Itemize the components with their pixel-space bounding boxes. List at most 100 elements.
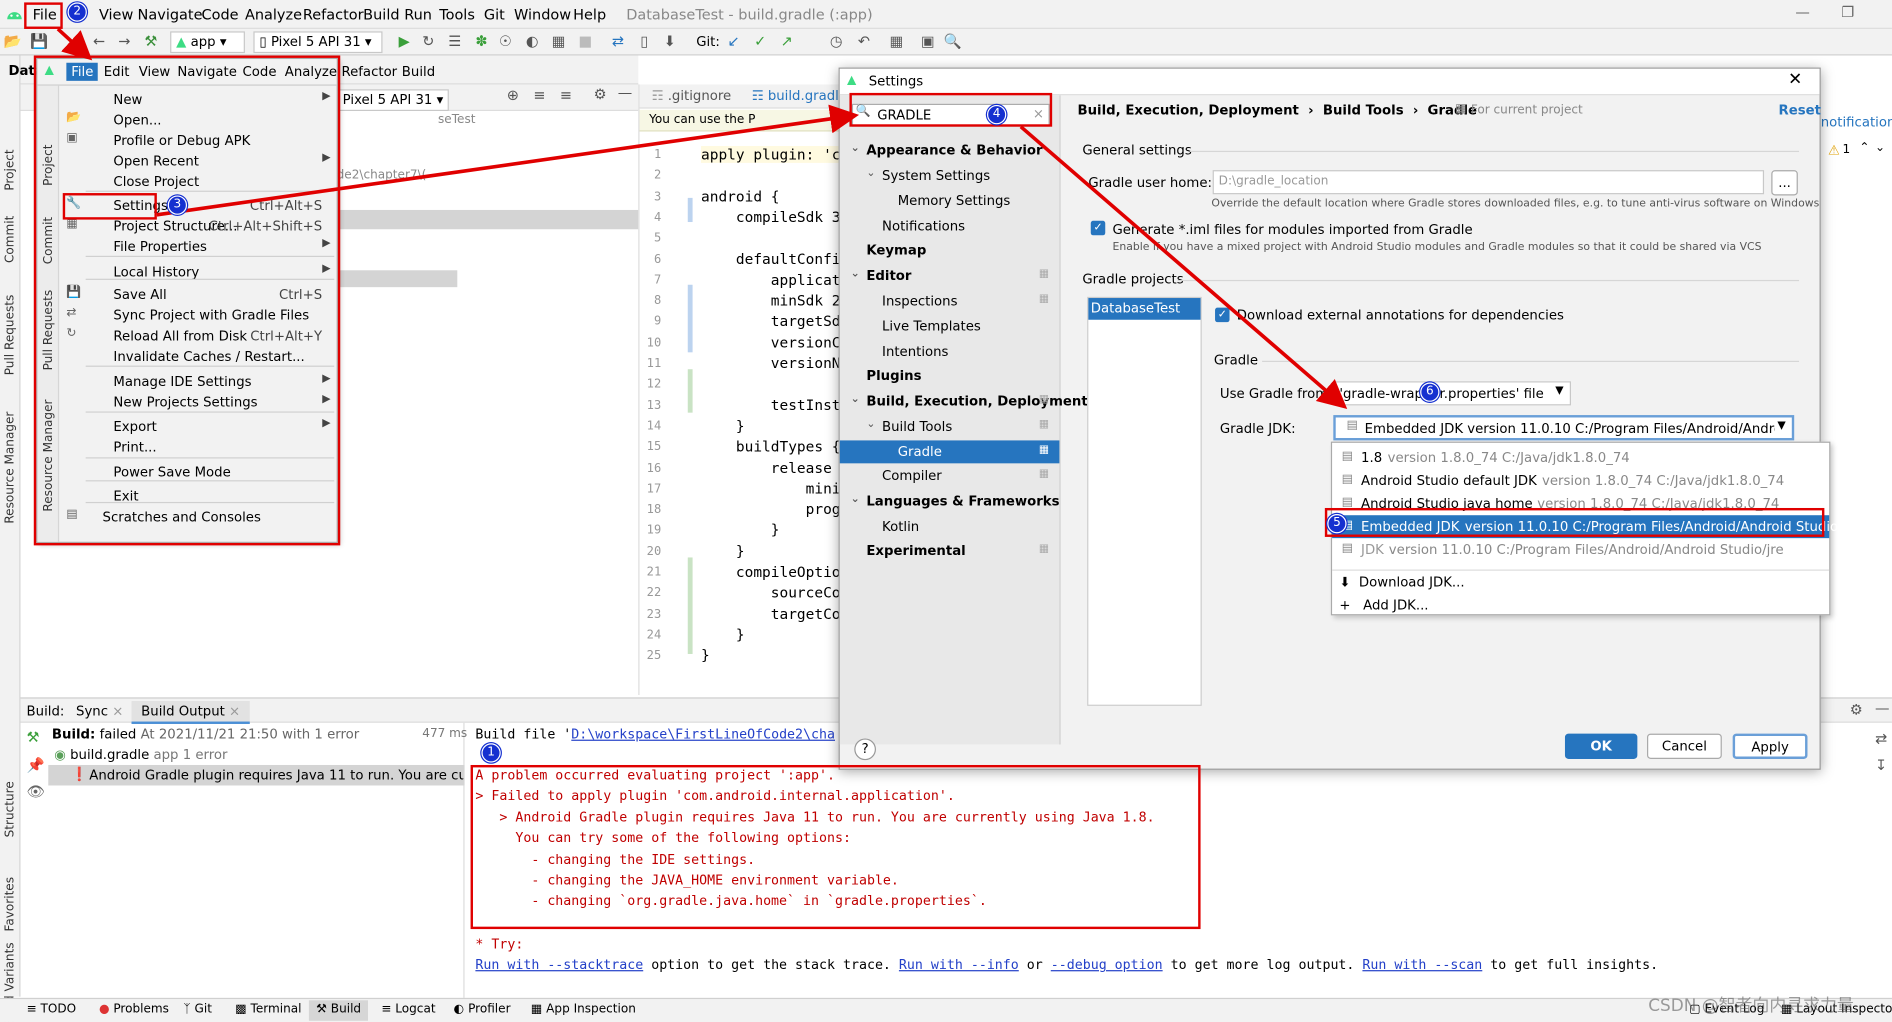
menu-item-export[interactable]: Export ▶ <box>59 416 337 437</box>
menu-item-new[interactable]: New ▶ <box>59 89 337 110</box>
jdk-option[interactable]: ▤ JDK version 11.0.10 C:/Program Files/And… <box>1332 538 1829 561</box>
popup-side-project[interactable]: Project <box>42 145 55 186</box>
stacktrace-link[interactable]: Run with --stacktrace <box>475 957 643 973</box>
tab-sync[interactable]: Sync × <box>76 703 123 719</box>
popup-menu-file[interactable]: File <box>66 62 99 81</box>
menu-window[interactable]: Window <box>514 6 571 23</box>
tool-git[interactable]: ᛉ Git <box>183 1003 212 1016</box>
menu-analyze[interactable]: Analyze <box>245 6 302 23</box>
code-line[interactable]: versionNa <box>701 355 849 372</box>
avd-manager-icon[interactable]: ▯ <box>636 33 653 50</box>
menu-refactor[interactable]: Refactor <box>303 6 364 23</box>
minimize-icon[interactable]: — <box>1795 4 1809 21</box>
settings-tree-item[interactable]: Intentions <box>882 344 948 360</box>
locate-icon[interactable]: ⊕ <box>507 87 519 104</box>
tool-profiler[interactable]: ◐ Profiler <box>454 1003 511 1016</box>
help-button[interactable]: ? <box>854 738 876 761</box>
notification-link[interactable]: notification <box>1821 115 1892 131</box>
iml-checkbox[interactable]: ✓ <box>1090 220 1106 236</box>
code-line[interactable]: } <box>701 417 745 434</box>
menu-item-manage-ide-settings[interactable]: Manage IDE Settings ▶ <box>59 372 337 393</box>
back-icon[interactable]: ← <box>90 33 107 50</box>
chevron-down-icon[interactable]: ⌄ <box>866 419 875 431</box>
code-line[interactable]: minSdk 26 <box>701 292 849 309</box>
settings-tree-item[interactable]: Plugins <box>866 368 921 384</box>
add-jdk-item[interactable]: + Add JDK... <box>1339 597 1428 613</box>
settings-tree-item[interactable]: Compiler <box>882 468 942 484</box>
code-line[interactable]: progu <box>701 501 850 518</box>
cancel-button[interactable]: Cancel <box>1647 733 1722 759</box>
tool-logcat[interactable]: ≡ Logcat <box>381 1003 435 1016</box>
eye-icon[interactable]: 👁 <box>27 783 45 800</box>
build-file-row[interactable]: ◉ build.gradle app 1 error <box>54 747 227 763</box>
code-line[interactable]: applicati <box>701 271 849 288</box>
menu-git[interactable]: Git <box>484 6 505 23</box>
settings-search-value[interactable]: GRADLE <box>877 107 931 123</box>
warning-icon[interactable]: ⚠ <box>1828 142 1840 158</box>
popup-menu-view[interactable]: View <box>139 64 171 80</box>
code-line[interactable]: apply plugin: 'co <box>701 145 850 163</box>
menu-item-settings[interactable]: 🔧 Settings... Ctrl+Alt+S <box>59 195 337 216</box>
code-line[interactable]: defaultConfig <box>701 250 849 267</box>
settings-tree-item[interactable]: Memory Settings <box>898 193 1011 209</box>
tool-problems[interactable]: ● Problems <box>99 1003 169 1016</box>
run-anything-icon[interactable]: ▣ <box>919 33 936 50</box>
rerun-build-icon[interactable]: ⚒ <box>27 729 40 746</box>
settings-tree-item[interactable]: ⌄ Languages & Frameworks <box>851 493 1060 509</box>
code-line[interactable]: buildTypes { <box>701 438 841 455</box>
soft-wrap-icon[interactable]: ⇄ <box>1875 730 1887 747</box>
dialog-close-icon[interactable]: ✕ <box>1788 70 1802 89</box>
build-status-row[interactable]: Build: failed At 2021/11/21 21:50 with 1… <box>52 726 359 742</box>
open-folder-icon[interactable]: 📂 <box>4 33 22 50</box>
code-line[interactable]: minif <box>701 480 850 497</box>
menubar-refactor-overflow[interactable]: Refactor <box>341 64 397 80</box>
tool-project[interactable]: Project <box>4 149 17 190</box>
menu-help[interactable]: Help <box>573 6 606 23</box>
stop-icon[interactable]: ■ <box>577 33 594 50</box>
settings-tree-item[interactable]: Keymap <box>866 243 926 259</box>
menu-item-open-recent[interactable]: Open Recent ▶ <box>59 151 337 172</box>
pin-icon[interactable]: 📌 <box>27 757 45 774</box>
settings-tree-item[interactable]: Notifications <box>882 218 965 234</box>
make-hammer-icon[interactable]: ⚒ <box>142 33 159 50</box>
menu-item-new-projects-settings[interactable]: New Projects Settings ▶ <box>59 392 337 413</box>
menu-item-close-project[interactable]: Close Project <box>59 171 337 192</box>
crumb-gradle[interactable]: Gradle <box>1428 103 1477 119</box>
git-history-icon[interactable]: ◷ <box>828 33 845 50</box>
scan-link[interactable]: Run with --scan <box>1362 957 1482 973</box>
menu-item-save-all[interactable]: 💾 Save All Ctrl+S <box>59 285 337 306</box>
layout-inspector-icon[interactable]: ▦ <box>550 33 567 50</box>
tool-terminal[interactable]: ▩ Terminal <box>235 1003 301 1016</box>
menu-run[interactable]: Run <box>404 6 432 23</box>
chevron-down-icon[interactable]: ⌄ <box>851 142 860 154</box>
tab-build-output[interactable]: Build Output × <box>131 701 250 724</box>
code-line[interactable]: sourceCom <box>701 584 849 601</box>
settings-tree-item[interactable]: ⌄ System Settings <box>866 168 990 184</box>
menu-file[interactable]: File <box>33 6 57 23</box>
panel-gear-icon[interactable]: ⚙ <box>594 86 607 103</box>
sdk-manager-icon[interactable]: ⬇ <box>661 33 678 50</box>
menu-item-open[interactable]: 📂 Open... <box>59 110 337 131</box>
project-selected-row[interactable] <box>336 209 639 230</box>
menubar-build-overflow[interactable]: Build <box>402 64 435 80</box>
scroll-end-icon[interactable]: ↧ <box>1875 757 1887 774</box>
crumb-build-tools[interactable]: Build Tools <box>1323 103 1404 119</box>
code-line[interactable]: targetSdk <box>701 313 849 330</box>
scroll-up-icon[interactable]: ⌃ <box>1859 141 1869 154</box>
project-list-item[interactable]: DatabaseTest <box>1088 298 1201 320</box>
reset-link[interactable]: Reset <box>1779 103 1821 119</box>
settings-tree-item[interactable]: Experimental <box>866 543 965 559</box>
settings-tree-item[interactable]: Inspections <box>882 293 957 309</box>
popup-menu-code[interactable]: Code <box>243 64 277 80</box>
popup-side-commit[interactable]: Commit <box>42 217 55 264</box>
chevron-down-icon[interactable]: ⌄ <box>866 168 875 180</box>
code-line[interactable]: } <box>701 522 780 539</box>
code-line[interactable]: targetCom <box>701 605 849 622</box>
rerun-icon[interactable]: ↻ <box>420 33 437 50</box>
tool-build[interactable]: ⚒ Build <box>308 1000 369 1021</box>
build-hide-icon[interactable]: — <box>1875 700 1889 717</box>
popup-menu-analyze[interactable]: Analyze <box>285 64 337 80</box>
menu-item-print[interactable]: Print... <box>59 437 337 458</box>
menu-item-profile-or-debug-apk[interactable]: ▣ Profile or Debug APK <box>59 130 337 151</box>
debug-link[interactable]: --debug option <box>1051 957 1163 973</box>
